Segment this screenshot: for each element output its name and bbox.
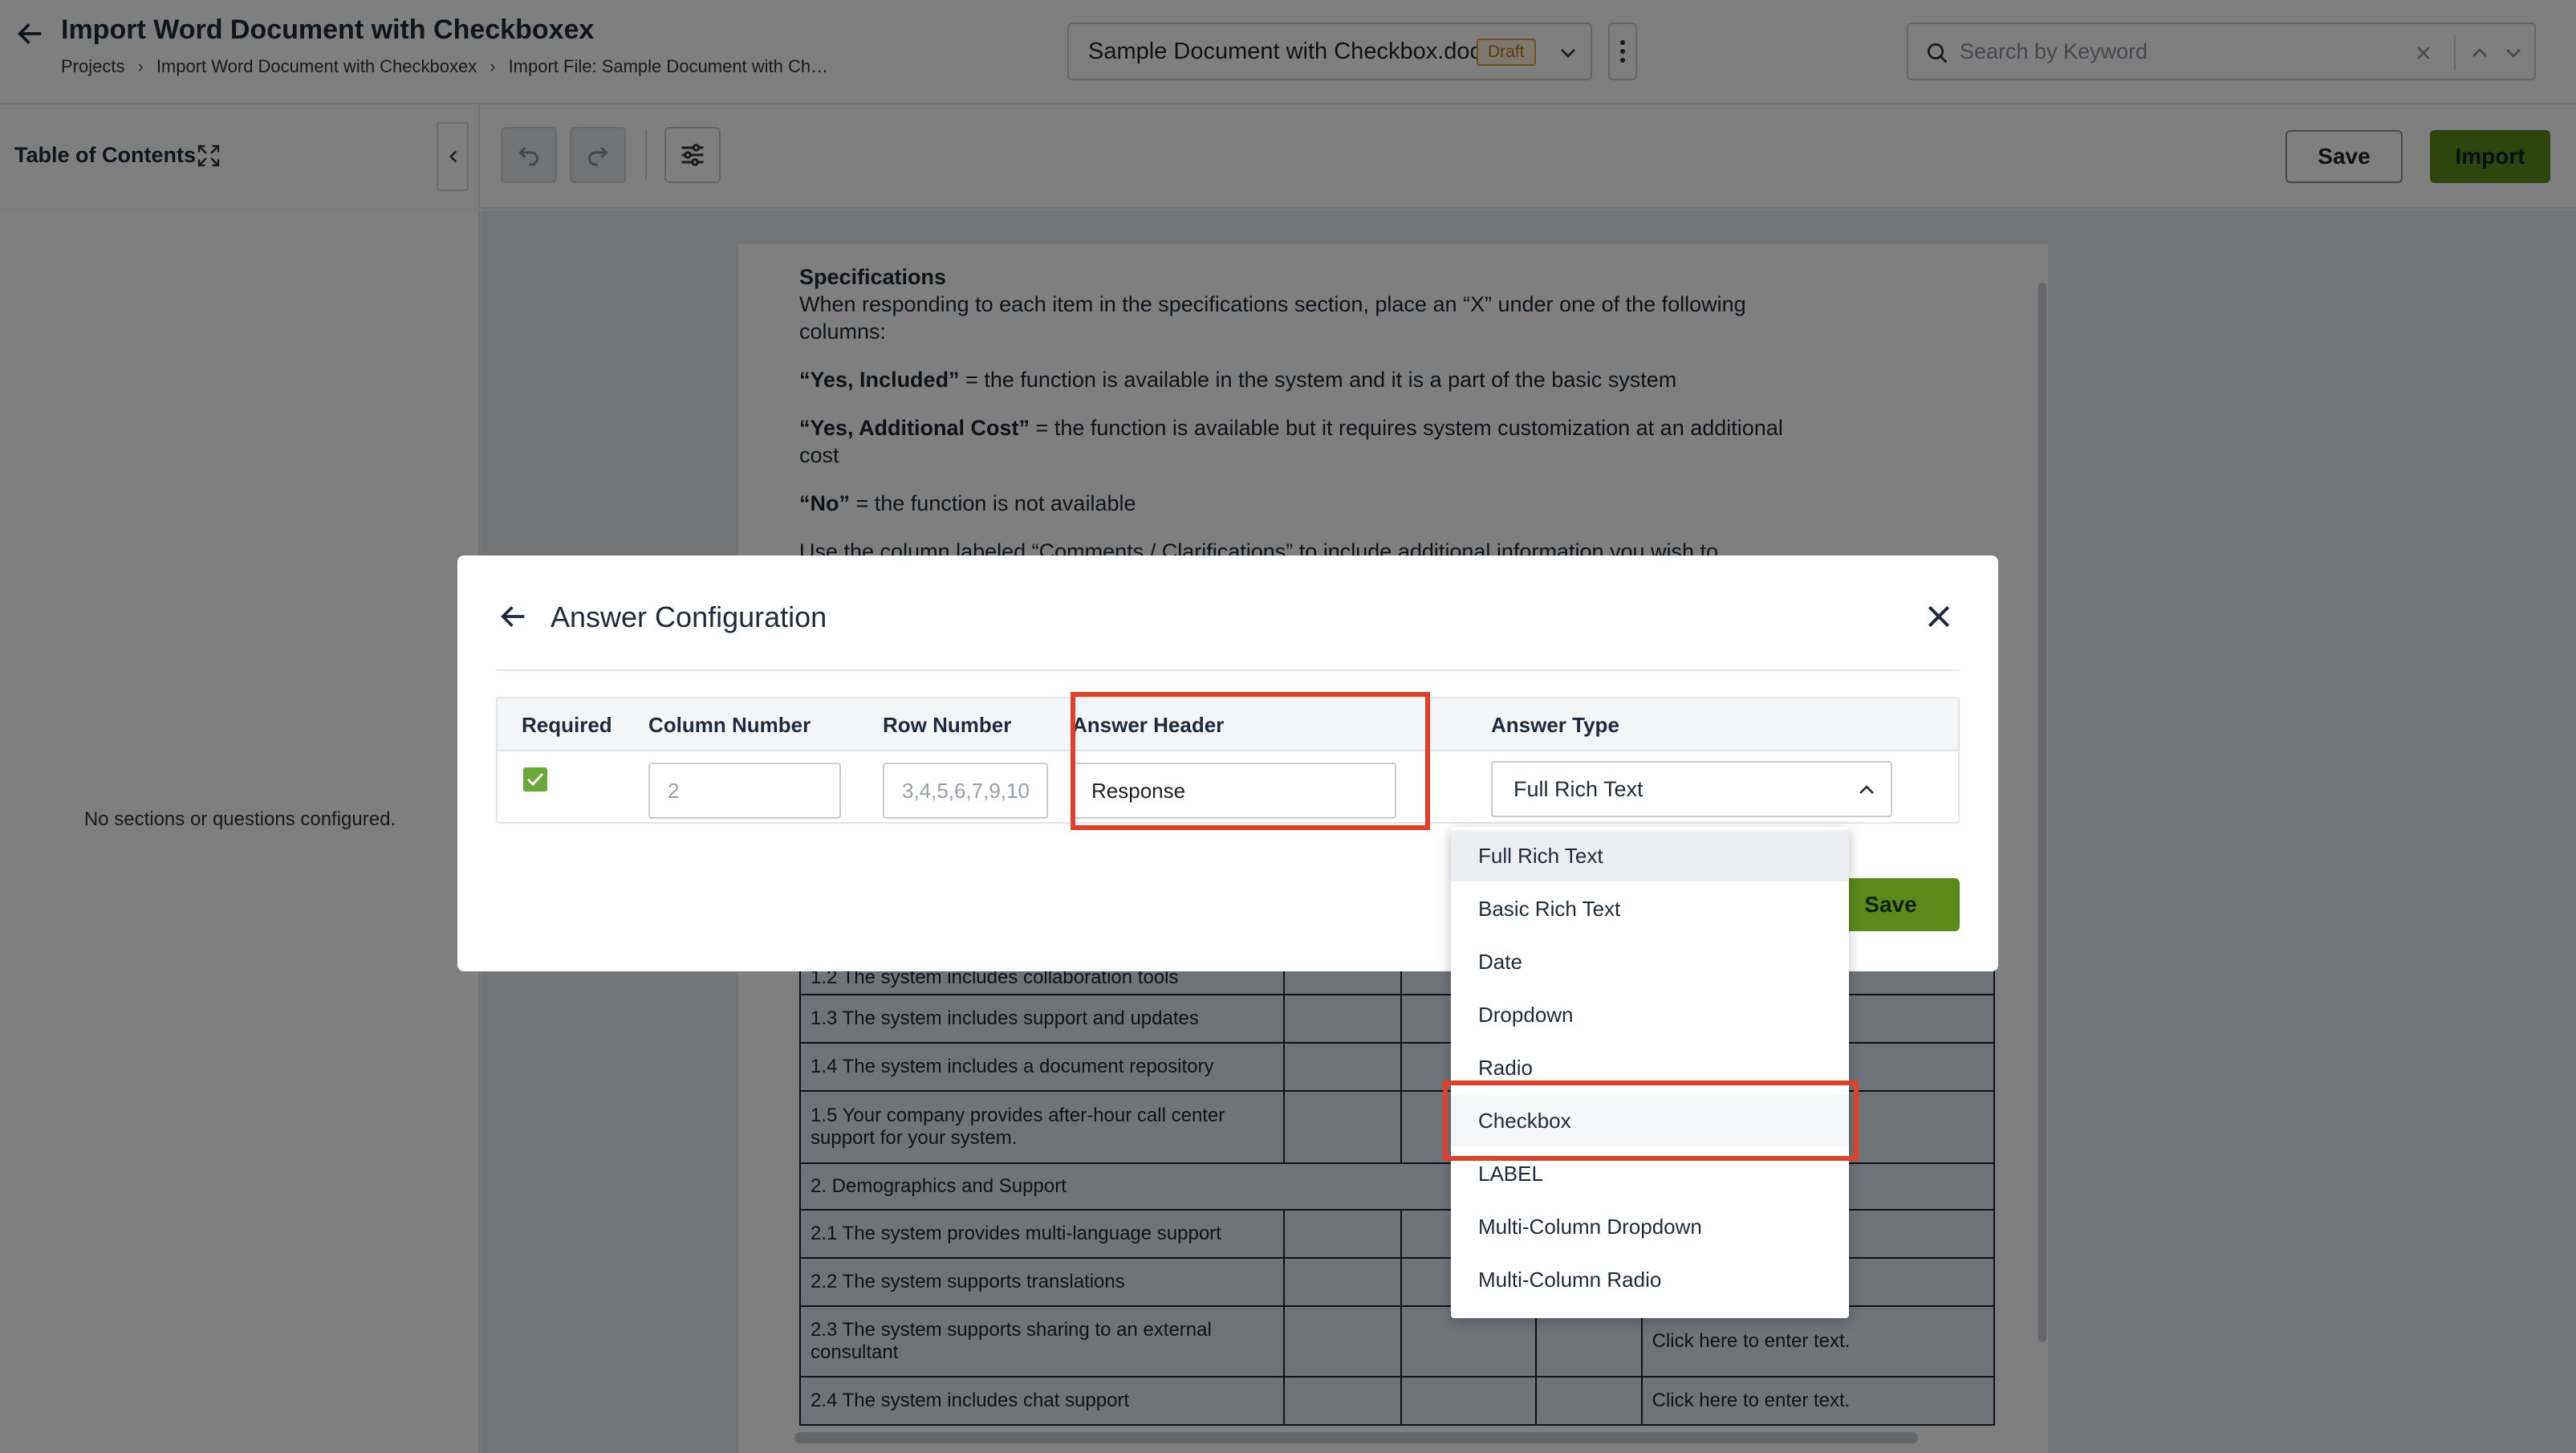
- dropdown-option-basic-rich-text[interactable]: Basic Rich Text: [1451, 883, 1849, 934]
- highlight-answer-header: [1071, 692, 1430, 830]
- answer-type-select[interactable]: Full Rich Text: [1491, 761, 1892, 817]
- required-checkbox[interactable]: [523, 767, 547, 792]
- dropdown-option-full-rich-text[interactable]: Full Rich Text: [1451, 830, 1849, 881]
- dropdown-option-multi-column-radio[interactable]: Multi-Column Radio: [1451, 1254, 1849, 1305]
- dialog-title: Answer Configuration: [551, 600, 827, 633]
- dropdown-option-date[interactable]: Date: [1451, 936, 1849, 987]
- dropdown-option-dropdown[interactable]: Dropdown: [1451, 989, 1849, 1040]
- column-header-row-number: Row Number: [883, 713, 1012, 737]
- row-number-input[interactable]: [883, 763, 1048, 819]
- chevron-up-icon: [1859, 785, 1874, 794]
- divider: [496, 670, 1960, 671]
- close-icon[interactable]: [1923, 600, 1955, 633]
- checkmark-icon: [526, 772, 544, 787]
- column-header-required: Required: [522, 713, 612, 737]
- highlight-checkbox-option: [1443, 1081, 1859, 1161]
- back-arrow-icon[interactable]: [498, 600, 530, 633]
- column-header-answer-type: Answer Type: [1491, 713, 1619, 737]
- column-number-input[interactable]: [648, 763, 841, 819]
- answer-type-dropdown: Full Rich Text Basic Rich Text Date Drop…: [1451, 827, 1849, 1318]
- dropdown-option-multi-column-dropdown[interactable]: Multi-Column Dropdown: [1451, 1201, 1849, 1252]
- column-header-column-number: Column Number: [648, 713, 811, 737]
- answer-type-value: Full Rich Text: [1514, 777, 1644, 801]
